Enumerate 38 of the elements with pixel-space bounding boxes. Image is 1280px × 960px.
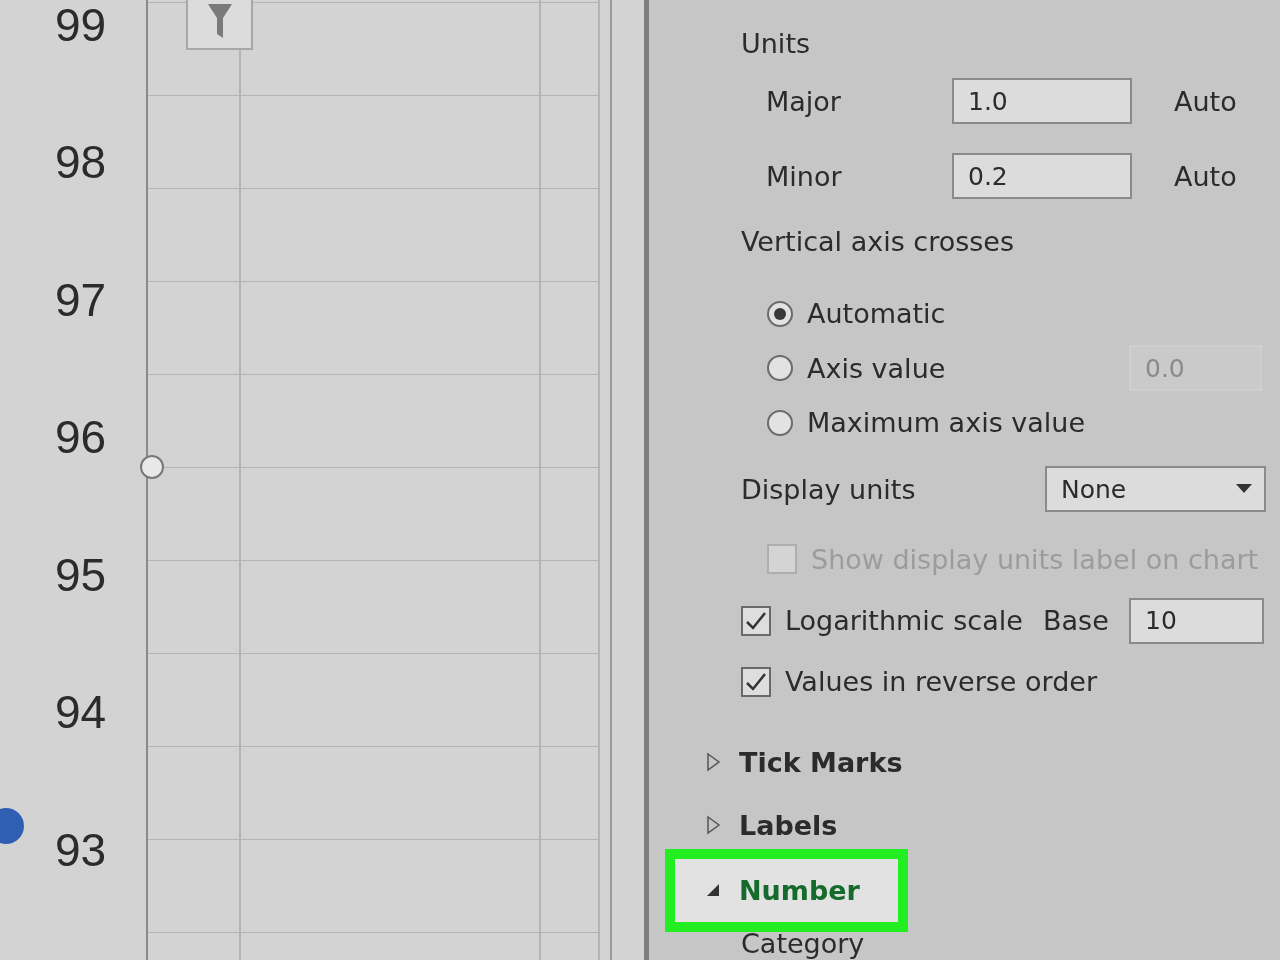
- field-label: Base: [1043, 605, 1110, 637]
- field-label: Minor: [766, 160, 843, 192]
- number-field[interactable]: 1.0: [952, 78, 1132, 125]
- chart-filter-button[interactable]: [186, 0, 253, 50]
- axis-label: 95: [55, 547, 107, 603]
- section-toggle[interactable]: Number: [665, 849, 908, 933]
- field-label: Display units: [741, 473, 917, 505]
- radio-label: Automatic: [807, 298, 947, 330]
- checkbox-label: Values in reverse order: [785, 666, 1098, 698]
- radio-button[interactable]: [767, 355, 793, 382]
- resize-handle[interactable]: [140, 455, 164, 479]
- axis-label: 93: [55, 822, 107, 878]
- base-field[interactable]: 10: [1129, 597, 1264, 644]
- axis-label: 96: [55, 410, 107, 466]
- dropdown[interactable]: None: [1045, 466, 1266, 513]
- axis-label: 98: [55, 135, 107, 191]
- section-heading: Units: [741, 28, 811, 60]
- radio-button[interactable]: [767, 409, 793, 436]
- radio-label: Maximum axis value: [807, 407, 1087, 439]
- field-label: Major: [766, 85, 842, 117]
- axis-label: 97: [55, 272, 107, 328]
- caret-icon: [1236, 484, 1252, 495]
- radio-button[interactable]: [767, 300, 793, 327]
- checkbox-label: Logarithmic scale: [785, 605, 1024, 637]
- number-field[interactable]: 0.2: [952, 153, 1132, 200]
- funnel-icon: [206, 4, 233, 40]
- auto-label: Auto: [1174, 85, 1237, 117]
- collapsed-triangle-icon: [705, 752, 723, 772]
- section-toggle[interactable]: Labels: [665, 801, 876, 850]
- axis-label: 99: [55, 0, 107, 53]
- auto-label: Auto: [1174, 160, 1237, 192]
- radio-label: Axis value: [807, 352, 947, 384]
- collapsed-triangle-icon: [705, 815, 723, 836]
- section-toggle[interactable]: Tick Marks: [665, 738, 941, 786]
- axis-label: 94: [55, 685, 107, 741]
- checkbox[interactable]: [741, 605, 771, 636]
- checkbox[interactable]: [741, 666, 771, 697]
- section-heading: Vertical axis crosses: [741, 225, 1014, 257]
